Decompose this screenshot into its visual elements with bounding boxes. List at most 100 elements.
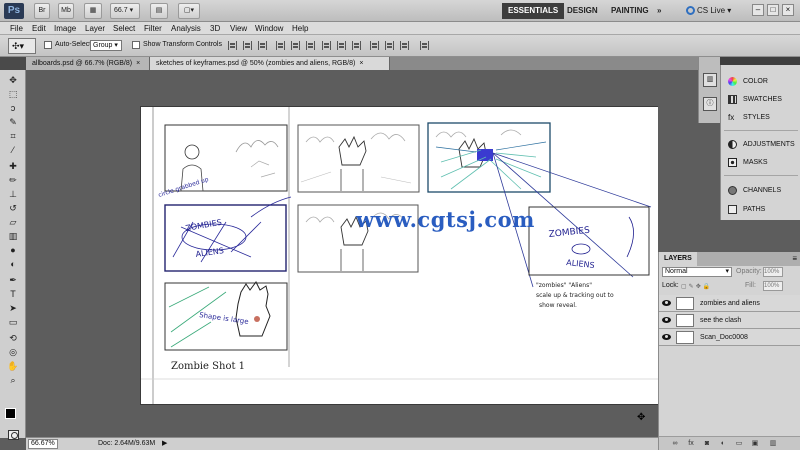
distribute-right-icon[interactable] xyxy=(400,41,409,50)
foreground-color-swatch[interactable] xyxy=(5,408,16,419)
dodge-tool-icon[interactable]: ◐ xyxy=(7,258,19,270)
info-panel-icon[interactable]: ⓘ xyxy=(703,97,717,111)
zoom-percent-field[interactable]: 66.67% xyxy=(28,439,58,449)
panel-adjustments[interactable]: ADJUSTMENTS xyxy=(721,136,800,153)
document-canvas[interactable]: ZOMBIES ALIENS circle grabbed up ZOMBIES… xyxy=(141,107,658,423)
align-bottom-icon[interactable] xyxy=(258,41,267,50)
history-brush-tool-icon[interactable]: ↺ xyxy=(7,202,19,214)
layer-row[interactable]: see the clash xyxy=(659,312,800,329)
auto-align-layers-icon[interactable] xyxy=(420,41,429,50)
distribute-left-icon[interactable] xyxy=(370,41,379,50)
menu-analysis[interactable]: Analysis xyxy=(171,23,201,34)
eye-icon[interactable] xyxy=(662,300,671,306)
menu-help[interactable]: Help xyxy=(292,23,308,34)
canvas-area[interactable]: ZOMBIES ALIENS circle grabbed up ZOMBIES… xyxy=(26,70,658,438)
tab-allboards[interactable]: allboards.psd @ 66.7% (RGB/8) × xyxy=(26,57,150,70)
quick-mask-icon[interactable] xyxy=(8,430,19,440)
eraser-tool-icon[interactable]: ▱ xyxy=(7,216,19,228)
panel-menu-icon[interactable]: ≡ xyxy=(792,252,797,265)
close-button[interactable]: × xyxy=(782,4,794,16)
align-right-icon[interactable] xyxy=(306,41,315,50)
hand-tool-icon[interactable]: ✋ xyxy=(7,360,19,372)
gradient-tool-icon[interactable]: ▥ xyxy=(7,230,19,242)
type-tool-icon[interactable]: T xyxy=(7,288,19,300)
maximize-button[interactable]: □ xyxy=(767,4,779,16)
3d-orbit-tool-icon[interactable]: ◎ xyxy=(7,346,19,358)
workspace-painting[interactable]: PAINTING xyxy=(605,3,655,19)
distribute-bottom-icon[interactable] xyxy=(352,41,361,50)
more-workspaces-button[interactable]: » xyxy=(651,3,667,19)
eyedropper-tool-icon[interactable]: ⁄ xyxy=(7,144,19,156)
distribute-vertical-center-icon[interactable] xyxy=(337,41,346,50)
workspace-essentials[interactable]: ESSENTIALS xyxy=(502,3,565,19)
mask-icon[interactable]: ◙ xyxy=(703,440,711,448)
show-transform-checkbox[interactable] xyxy=(132,41,140,49)
healing-brush-tool-icon[interactable]: ✚ xyxy=(7,160,19,172)
layer-row[interactable]: Scan_Doc0008 xyxy=(659,329,800,346)
pen-tool-icon[interactable]: ✒ xyxy=(7,274,19,286)
distribute-top-icon[interactable] xyxy=(322,41,331,50)
menu-edit[interactable]: Edit xyxy=(32,23,46,34)
adjustment-icon[interactable]: ◐ xyxy=(719,440,727,448)
distribute-horizontal-center-icon[interactable] xyxy=(385,41,394,50)
auto-select-dropdown[interactable]: Group ▾ xyxy=(90,40,122,51)
shape-tool-icon[interactable]: ▭ xyxy=(7,316,19,328)
blur-tool-icon[interactable]: ● xyxy=(7,244,19,256)
menu-3d[interactable]: 3D xyxy=(210,23,220,34)
close-tab-icon[interactable]: × xyxy=(359,60,363,67)
panel-paths[interactable]: PATHS xyxy=(721,201,800,218)
menu-view[interactable]: View xyxy=(230,23,247,34)
menu-select[interactable]: Select xyxy=(113,23,135,34)
3d-rotate-tool-icon[interactable]: ⟲ xyxy=(7,332,19,344)
link-icon[interactable]: ∞ xyxy=(671,440,679,448)
mini-bridge-button[interactable]: Mb xyxy=(58,3,74,19)
crop-tool-icon[interactable]: ⌗ xyxy=(7,130,19,142)
new-layer-icon[interactable]: ▣ xyxy=(751,440,759,448)
panel-color[interactable]: COLOR xyxy=(721,73,800,90)
move-tool-icon[interactable]: ✥ xyxy=(7,74,19,86)
panel-channels[interactable]: CHANNELS xyxy=(721,182,800,199)
folder-icon[interactable]: ▭ xyxy=(735,440,743,448)
menu-window[interactable]: Window xyxy=(255,23,283,34)
auto-select-checkbox[interactable] xyxy=(44,41,52,49)
workspace-design[interactable]: DESIGN xyxy=(561,3,604,19)
cs-live-menu[interactable]: CS Live ▾ xyxy=(686,3,731,19)
clone-stamp-tool-icon[interactable]: ⊥ xyxy=(7,188,19,200)
panel-masks[interactable]: MASKS xyxy=(721,154,800,171)
align-vertical-center-icon[interactable] xyxy=(243,41,252,50)
align-top-icon[interactable] xyxy=(228,41,237,50)
view-extras-button[interactable]: ▦ xyxy=(84,3,102,19)
eye-icon[interactable] xyxy=(662,334,671,340)
trash-icon[interactable]: ▥ xyxy=(769,440,777,448)
menu-layer[interactable]: Layer xyxy=(85,23,105,34)
screen-mode-button[interactable]: ▢▾ xyxy=(178,3,200,19)
tool-preset-picker[interactable]: ✣▾ xyxy=(8,38,36,54)
marquee-tool-icon[interactable]: ⬚ xyxy=(7,88,19,100)
lasso-tool-icon[interactable]: ↄ xyxy=(7,102,19,114)
fx-icon[interactable]: fx xyxy=(687,440,695,448)
close-tab-icon[interactable]: × xyxy=(136,60,140,67)
lock-options-icons[interactable]: ▢✎✥🔒 xyxy=(681,283,712,290)
align-horizontal-center-icon[interactable] xyxy=(291,41,300,50)
blend-mode-dropdown[interactable]: Normal ▾ xyxy=(662,267,732,277)
path-selection-tool-icon[interactable]: ➤ xyxy=(7,302,19,314)
tab-layers[interactable]: LAYERS xyxy=(659,252,697,266)
zoom-tool-icon[interactable]: ⌕ xyxy=(7,374,19,386)
tab-sketches-of-keyframes[interactable]: sketches of keyframes.psd @ 50% (zombies… xyxy=(150,57,390,70)
zoom-level-dropdown[interactable]: 66.7 ▾ xyxy=(110,3,140,19)
menu-file[interactable]: File xyxy=(10,23,23,34)
align-left-icon[interactable] xyxy=(276,41,285,50)
eye-icon[interactable] xyxy=(662,317,671,323)
brush-tool-icon[interactable]: ✏ xyxy=(7,174,19,186)
arrange-documents-button[interactable]: ▤ xyxy=(150,3,168,19)
minimize-button[interactable]: – xyxy=(752,4,764,16)
opacity-field[interactable]: 100% xyxy=(763,267,783,277)
layer-row[interactable]: zombies and aliens xyxy=(659,295,800,312)
fill-field[interactable]: 100% xyxy=(763,281,783,291)
status-menu-arrow[interactable]: ▶ xyxy=(162,438,167,450)
menu-filter[interactable]: Filter xyxy=(144,23,162,34)
quick-selection-tool-icon[interactable]: ✎ xyxy=(7,116,19,128)
histogram-panel-icon[interactable]: ▥ xyxy=(703,73,717,87)
bridge-button[interactable]: Br xyxy=(34,3,50,19)
panel-styles[interactable]: fx STYLES xyxy=(721,109,800,126)
